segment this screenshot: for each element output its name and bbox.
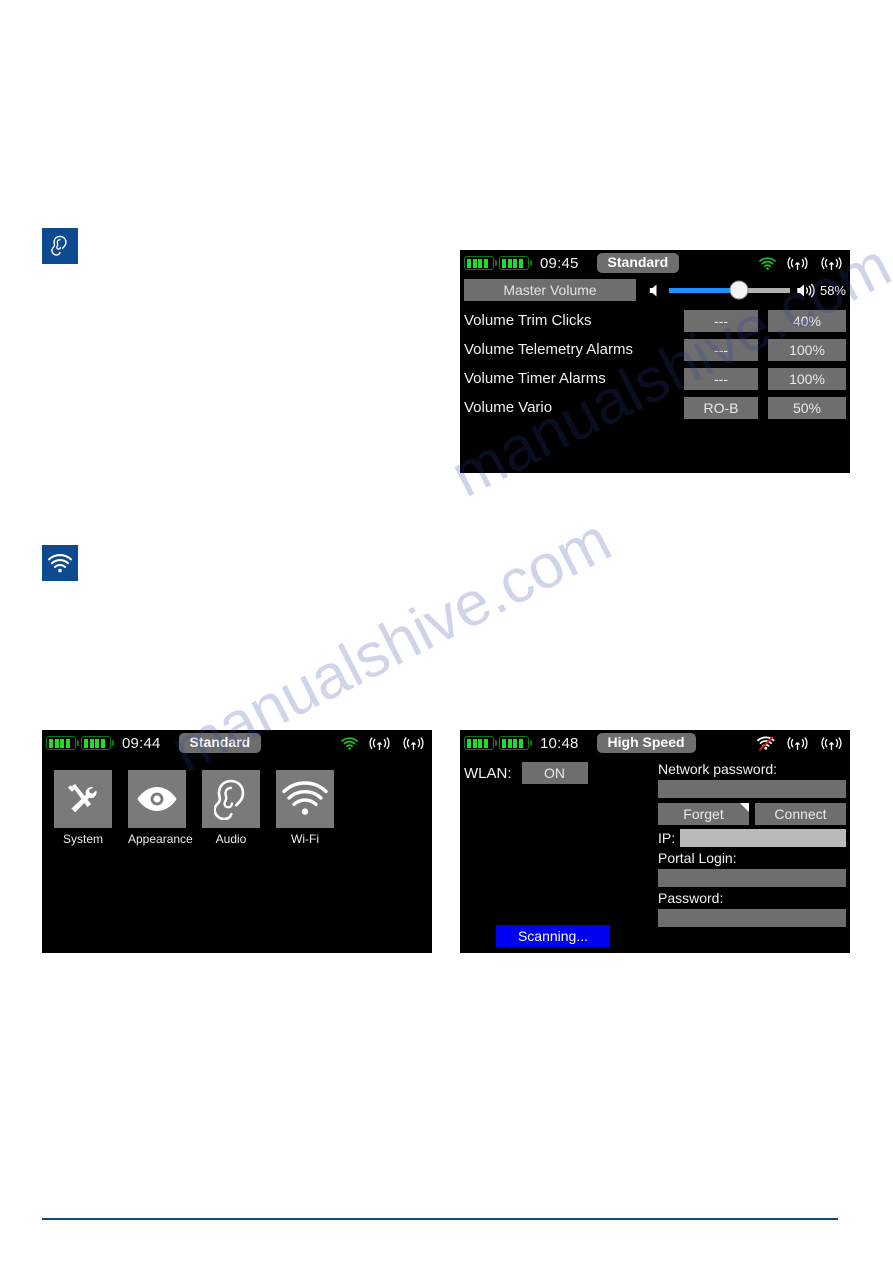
row-source-button[interactable]: RO-B: [684, 396, 758, 419]
ear-icon: [214, 779, 245, 820]
row-value-button[interactable]: 50%: [768, 396, 846, 419]
antenna-icon: [821, 256, 842, 270]
antenna-icon: [821, 736, 842, 750]
audio-section-icon: [42, 228, 78, 264]
portal-password-label: Password:: [658, 890, 724, 906]
clock: 10:48: [540, 734, 579, 752]
slider-knob[interactable]: [729, 280, 749, 300]
wifi-left-panel: WLAN: ON Scanning...: [460, 756, 656, 953]
row-label: Volume Telemetry Alarms: [464, 341, 633, 358]
footer-divider: [42, 1218, 838, 1220]
menu-tile[interactable]: [276, 770, 334, 828]
volume-percent: 58%: [819, 282, 846, 298]
status-bar: 09:44 Standard: [42, 730, 432, 756]
master-volume-button[interactable]: Master Volume: [464, 279, 636, 301]
ip-value: [680, 829, 846, 847]
menu-tile[interactable]: [54, 770, 112, 828]
battery-indicator-2: [81, 736, 114, 750]
row-label: Volume Timer Alarms: [464, 370, 606, 387]
wlan-row: WLAN: ON: [464, 762, 656, 784]
audio-settings-list: Volume Trim Clicks --- 40% Volume Teleme…: [460, 304, 850, 422]
scanning-status-button[interactable]: Scanning...: [496, 925, 610, 947]
wlan-label: WLAN:: [464, 764, 512, 782]
wifi-body: WLAN: ON Scanning... Network password: F…: [460, 756, 850, 953]
antenna-icon: [403, 736, 424, 750]
wifi-action-buttons: Forget Connect: [658, 803, 846, 825]
row-value-button[interactable]: 100%: [768, 338, 846, 361]
row-source-button[interactable]: ---: [684, 338, 758, 361]
table-row[interactable]: Volume Trim Clicks --- 40%: [464, 306, 846, 335]
antenna-icon: [787, 256, 808, 270]
speaker-low-icon: [649, 284, 657, 296]
antenna-icon: [369, 736, 390, 750]
wifi-section-icon: [42, 545, 78, 581]
audio-settings-screenshot: 09:45 Standard Master Volume 58% Volume …: [460, 250, 850, 473]
ear-icon: [51, 235, 67, 256]
watermark: manualshive.com manualshive.com: [0, 0, 893, 1263]
battery-indicator-1: [464, 256, 497, 270]
wifi-icon: [47, 554, 73, 573]
battery-indicator-1: [46, 736, 79, 750]
table-row[interactable]: Volume Timer Alarms --- 100%: [464, 364, 846, 393]
mode-badge[interactable]: High Speed: [596, 732, 696, 754]
portal-login-label: Portal Login:: [658, 850, 737, 866]
ip-row: IP:: [658, 829, 846, 847]
eye-icon: [137, 787, 177, 811]
menu-item-wifi[interactable]: Wi-Fi: [276, 770, 334, 846]
wifi-connected-icon: [341, 736, 358, 750]
menu-tile[interactable]: [128, 770, 186, 828]
status-bar: 10:48 High Speed: [460, 730, 850, 756]
tools-icon: [68, 784, 97, 813]
row-label: Volume Trim Clicks: [464, 312, 592, 329]
network-password-input[interactable]: [658, 780, 846, 798]
portal-password-input[interactable]: [658, 909, 846, 927]
clock: 09:44: [122, 734, 161, 752]
status-bar: 09:45 Standard: [460, 250, 850, 276]
wlan-toggle-button[interactable]: ON: [521, 762, 588, 784]
portal-login-input[interactable]: [658, 869, 846, 887]
status-icons: [341, 736, 428, 751]
master-volume-row: Master Volume 58%: [460, 276, 850, 304]
menu-item-audio[interactable]: Audio: [202, 770, 260, 846]
table-row[interactable]: Volume Telemetry Alarms --- 100%: [464, 335, 846, 364]
settings-menu-grid: System Appearance Audio Wi-Fi: [42, 756, 432, 846]
menu-item-appearance[interactable]: Appearance: [128, 770, 193, 846]
menu-item-system[interactable]: System: [54, 770, 112, 846]
antenna-icon: [787, 736, 808, 750]
slider-track[interactable]: [669, 280, 790, 300]
ip-label: IP:: [658, 829, 676, 846]
row-value-button[interactable]: 40%: [768, 309, 846, 332]
row-source-button[interactable]: ---: [684, 309, 758, 332]
menu-item-label: System: [62, 832, 103, 846]
settings-menu-screenshot: 09:44 Standard System Appearance Audio W…: [42, 730, 432, 953]
speaker-high-icon: [797, 283, 815, 297]
battery-indicator-2: [499, 736, 532, 750]
mode-badge[interactable]: Standard: [596, 252, 680, 274]
row-value-button[interactable]: 100%: [768, 367, 846, 390]
menu-item-label: Wi-Fi: [291, 832, 319, 846]
battery-indicator-2: [499, 256, 532, 270]
network-password-label: Network password:: [658, 761, 778, 777]
menu-item-label: Audio: [215, 832, 247, 846]
wifi-connected-icon: [759, 256, 776, 270]
status-icons: [759, 256, 846, 271]
menu-tile[interactable]: [202, 770, 260, 828]
table-row[interactable]: Volume Vario RO-B 50%: [464, 393, 846, 422]
wifi-icon: [282, 781, 328, 815]
row-label: Volume Vario: [464, 399, 553, 416]
wifi-settings-screenshot: 10:48 High Speed WLAN: ON Scanning... Ne…: [460, 730, 850, 953]
clock: 09:45: [540, 254, 579, 272]
connect-button[interactable]: Connect: [755, 803, 846, 825]
wifi-disconnected-icon: [757, 735, 775, 751]
mode-badge[interactable]: Standard: [178, 732, 262, 754]
master-volume-slider[interactable]: 58%: [648, 280, 846, 300]
forget-button[interactable]: Forget: [658, 803, 749, 825]
row-source-button[interactable]: ---: [684, 367, 758, 390]
status-icons: [757, 735, 846, 751]
menu-item-label: Appearance: [128, 832, 193, 846]
battery-indicator-1: [464, 736, 497, 750]
wifi-right-panel: Network password: Forget Connect IP: Por…: [656, 756, 850, 953]
slider-fill: [669, 287, 740, 293]
